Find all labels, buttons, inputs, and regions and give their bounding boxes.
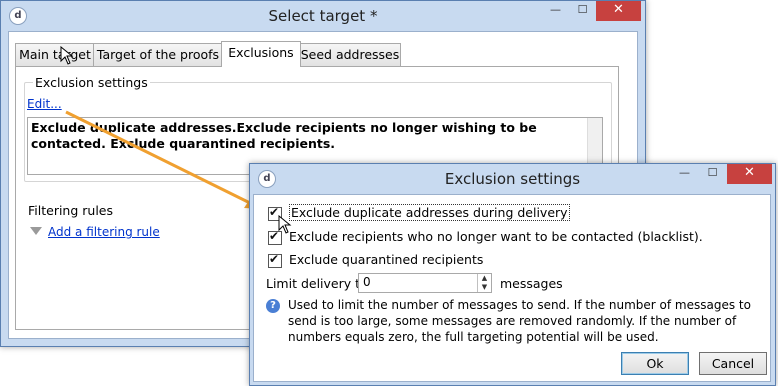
blacklist-label: Exclude recipients who no longer want to… [288, 229, 703, 244]
ok-button[interactable]: Ok [621, 352, 689, 375]
limit-delivery-label: Limit delivery to: [266, 276, 372, 291]
checkbox-row-duplicates[interactable]: Exclude duplicate addresses during deliv… [268, 204, 570, 221]
stepper-up-icon[interactable]: ▲ [478, 274, 491, 283]
quarantined-label: Exclude quarantined recipients [288, 252, 484, 267]
limit-delivery-unit: messages [500, 276, 563, 291]
quarantined-checkbox[interactable] [268, 252, 282, 268]
help-icon: ? [266, 299, 280, 313]
tab-exclusions[interactable]: Exclusions [221, 41, 301, 67]
stepper-buttons[interactable]: ▲ ▼ [477, 274, 491, 292]
dialog-mouse-cursor-icon [278, 215, 292, 234]
stepper-down-icon[interactable]: ▼ [478, 283, 491, 292]
cancel-button[interactable]: Cancel [699, 352, 767, 375]
duplicates-label: Exclude duplicate addresses during deliv… [288, 204, 570, 221]
checkbox-row-quarantined[interactable]: Exclude quarantined recipients [268, 252, 483, 268]
dialog-title-bar[interactable]: d Exclusion settings — ☐ ✕ [250, 164, 775, 194]
dialog-maximize-button[interactable]: ☐ [699, 164, 726, 184]
checkbox-row-blacklist[interactable]: Exclude recipients who no longer want to… [268, 229, 703, 245]
limit-delivery-stepper[interactable]: 0 ▲ ▼ [358, 273, 492, 293]
dialog-client-area: Exclude duplicate addresses during deliv… [253, 194, 771, 382]
limit-delivery-value[interactable]: 0 [363, 275, 371, 289]
dialog-minimize-button[interactable]: — [671, 164, 698, 184]
dialog-close-button[interactable]: ✕ [727, 164, 772, 184]
exclusion-settings-dialog: d Exclusion settings — ☐ ✕ Exclude dupli… [249, 163, 776, 386]
help-text: Used to limit the number of messages to … [288, 298, 751, 344]
